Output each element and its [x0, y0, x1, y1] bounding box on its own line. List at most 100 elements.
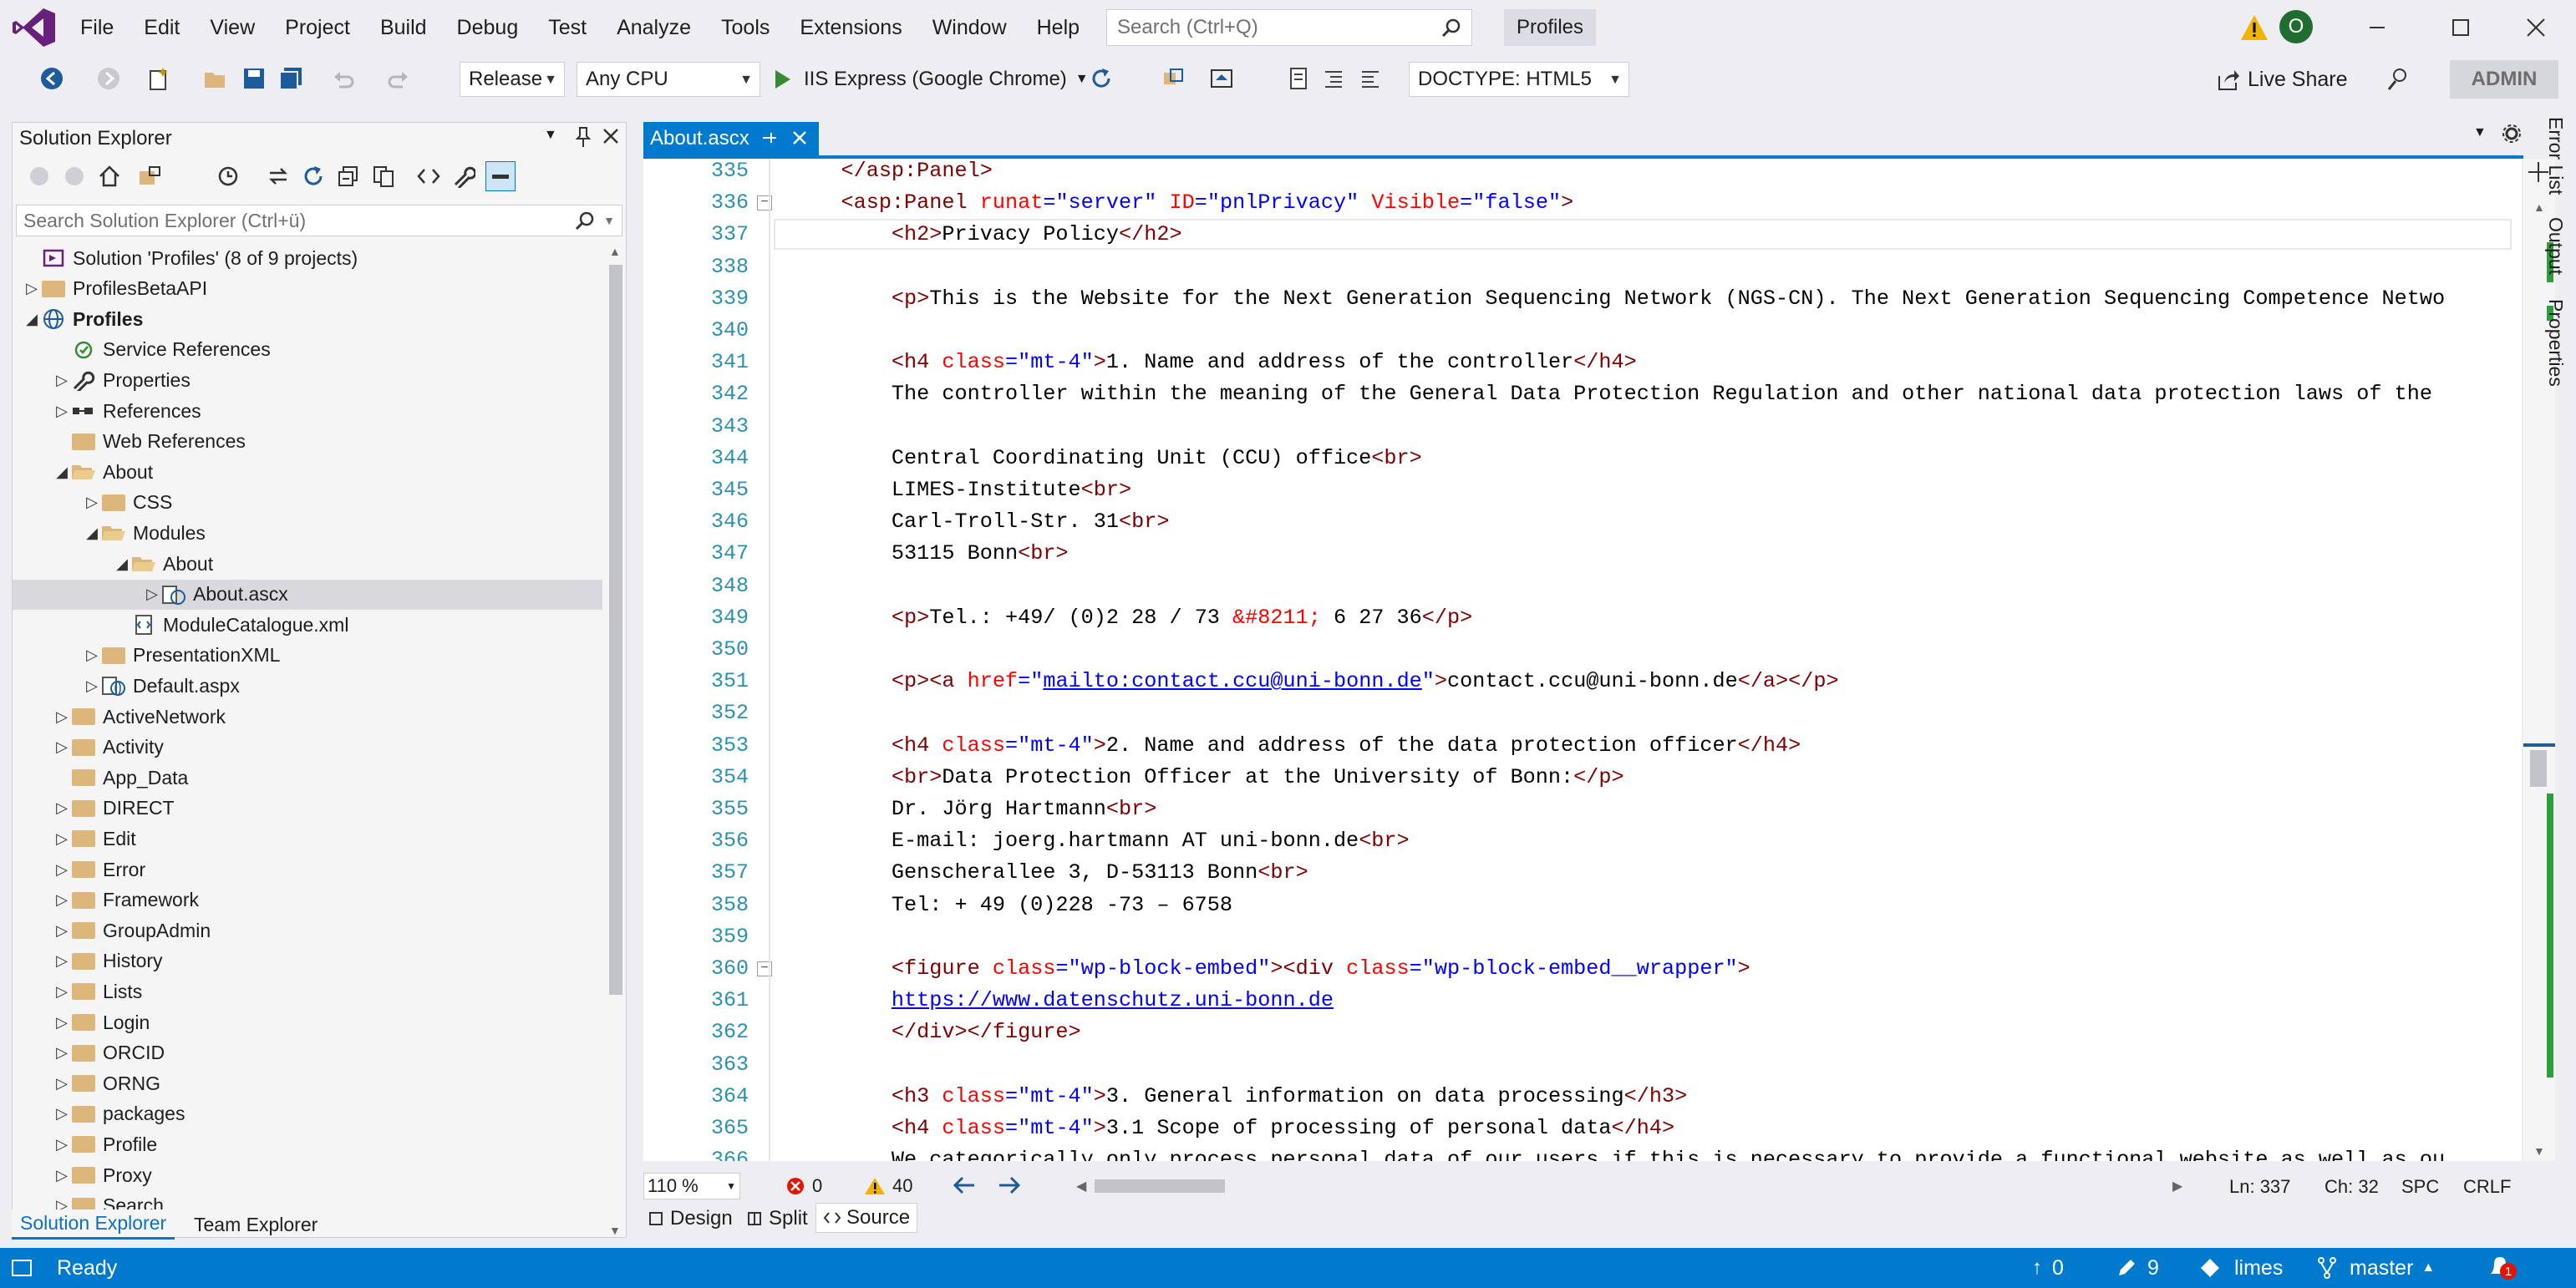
tree-item[interactable]: ▷ Lists: [13, 976, 602, 1007]
close-window-button[interactable]: [2498, 0, 2573, 55]
tree-item[interactable]: ◢ Modules: [13, 518, 602, 548]
menu-help[interactable]: Help: [1022, 0, 1095, 55]
tree-item[interactable]: Service References: [13, 335, 602, 365]
document-outline-icon[interactable]: [1283, 63, 1313, 94]
tree-item[interactable]: ▷ Profile: [13, 1129, 602, 1159]
menu-extensions[interactable]: Extensions: [785, 0, 917, 55]
search-options-chevron-icon[interactable]: ▼: [603, 214, 615, 227]
tree-item[interactable]: ▷ ActiveNetwork: [13, 702, 602, 732]
code-line[interactable]: We categorically only process personal d…: [790, 1144, 2445, 1161]
start-debugging-button[interactable]: IIS Express (Google Chrome) ▼: [772, 62, 1089, 97]
tree-item[interactable]: ▷ References: [13, 396, 602, 426]
redo-icon[interactable]: [384, 63, 414, 94]
code-line[interactable]: Tel: + 49 (0)228 -73 – 6758: [790, 890, 1232, 920]
expand-arrow-icon[interactable]: ▷: [53, 794, 71, 824]
tree-item[interactable]: ▷ packages: [13, 1099, 602, 1129]
save-icon[interactable]: [239, 63, 269, 94]
sync-with-document-icon[interactable]: [263, 161, 293, 191]
tree-item[interactable]: ▷ DIRECT: [13, 794, 602, 824]
scroll-down-icon[interactable]: ▼: [2533, 1144, 2545, 1158]
forward-icon[interactable]: [59, 161, 89, 191]
notifications[interactable]: 1: [2487, 1248, 2517, 1288]
tab-source[interactable]: Source: [815, 1203, 918, 1233]
save-all-icon[interactable]: [276, 63, 306, 94]
settings-gear-icon[interactable]: [2502, 124, 2522, 144]
tree-item[interactable]: ▷ Framework: [13, 885, 602, 915]
expand-arrow-icon[interactable]: ▷: [53, 885, 71, 915]
solution-explorer-search-input[interactable]: Search Solution Explorer (Ctrl+ü) ▼: [16, 205, 622, 236]
live-share-button[interactable]: Live Share: [2216, 62, 2348, 97]
notification-warning-icon[interactable]: [2239, 13, 2269, 42]
tree-item[interactable]: Solution 'Profiles' (8 of 9 projects): [13, 245, 602, 273]
expand-arrow-icon[interactable]: ▷: [53, 1160, 71, 1190]
browser-link-icon[interactable]: [1158, 63, 1188, 94]
code-line[interactable]: <figure class="wp-block-embed"><div clas…: [790, 953, 1750, 984]
navigate-back-icon[interactable]: [37, 63, 67, 94]
tab-split[interactable]: Split: [747, 1204, 808, 1233]
code-line[interactable]: https://www.datenschutz.uni-bonn.de: [790, 985, 1334, 1016]
expand-arrow-icon[interactable]: ▷: [53, 1129, 71, 1159]
preview-selected-items-icon[interactable]: [485, 161, 516, 191]
collapse-arrow-icon[interactable]: ◢: [23, 304, 41, 334]
tab-list-dropdown-icon[interactable]: ▼: [2473, 125, 2487, 140]
tree-item[interactable]: ▷ ProfilesBetaAPI: [13, 274, 602, 304]
properties-wrench-icon[interactable]: [449, 161, 479, 191]
open-file-icon[interactable]: [201, 63, 231, 94]
close-panel-icon[interactable]: [602, 128, 619, 145]
tree-item[interactable]: ▷ PresentationXML: [13, 641, 602, 671]
collapse-all-icon[interactable]: [333, 161, 363, 191]
tab-solution-explorer[interactable]: Solution Explorer: [12, 1209, 175, 1240]
tree-item[interactable]: ▷ History: [13, 946, 602, 976]
tree-item[interactable]: ▷ GroupAdmin: [13, 915, 602, 946]
tree-item[interactable]: ▷ Login: [13, 1007, 602, 1037]
expand-arrow-icon[interactable]: ▷: [53, 824, 71, 854]
code-line[interactable]: Central Coordinating Unit (CCU) office<b…: [790, 443, 1422, 474]
tab-output[interactable]: Output: [2533, 217, 2567, 275]
pin-tab-icon[interactable]: [760, 129, 777, 147]
tree-item[interactable]: ▷ Edit: [13, 824, 602, 854]
tab-design[interactable]: Design: [648, 1204, 733, 1233]
menu-file[interactable]: File: [65, 0, 129, 55]
repository-selector[interactable]: limes: [2199, 1248, 2283, 1288]
menu-analyze[interactable]: Analyze: [602, 0, 706, 55]
tree-item[interactable]: ▷ Activity: [13, 733, 602, 763]
view-in-browser-icon[interactable]: [1207, 63, 1237, 94]
pin-icon[interactable]: [574, 126, 592, 148]
code-line[interactable]: </asp:Panel>: [790, 159, 992, 186]
maximize-button[interactable]: [2423, 0, 2498, 55]
refresh-browser-icon[interactable]: [1086, 63, 1116, 94]
whitespace-mode[interactable]: SPC: [2401, 1176, 2439, 1198]
tree-item[interactable]: ▷ ORCID: [13, 1038, 602, 1068]
new-project-icon[interactable]: [144, 63, 174, 94]
collapse-arrow-icon[interactable]: ◢: [83, 518, 101, 548]
document-tab[interactable]: About.ascx: [643, 122, 819, 155]
cursor-line[interactable]: Ln: 337: [2229, 1176, 2290, 1198]
editor-horizontal-scrollbar[interactable]: [1095, 1179, 2390, 1193]
minimize-button[interactable]: [2340, 0, 2415, 55]
feedback-icon[interactable]: [2383, 63, 2413, 94]
warning-count[interactable]: 40: [864, 1173, 912, 1199]
previous-issue-icon[interactable]: [953, 1174, 976, 1196]
expand-arrow-icon[interactable]: ▷: [83, 488, 101, 518]
collapse-arrow-icon[interactable]: ◢: [113, 549, 131, 579]
quick-search-input[interactable]: Search (Ctrl+Q): [1106, 9, 1472, 46]
platform-dropdown[interactable]: Any CPU ▼: [577, 62, 760, 97]
editor-scroll-thumb[interactable]: [2530, 750, 2547, 787]
expand-arrow-icon[interactable]: ▷: [53, 915, 71, 946]
code-line[interactable]: Carl-Troll-Str. 31<br>: [790, 506, 1170, 537]
code-line[interactable]: LIMES-Institute<br>: [790, 474, 1131, 505]
configuration-dropdown[interactable]: Release ▼: [460, 62, 565, 97]
view-code-icon[interactable]: [414, 161, 444, 191]
tree-item[interactable]: ◢ About: [13, 549, 602, 579]
unpushed-commits[interactable]: ↑ 0: [2032, 1248, 2064, 1288]
code-line[interactable]: <br>Data Protection Officer at the Unive…: [790, 762, 1624, 793]
code-line[interactable]: <h4 class="mt-4">2. Name and address of …: [790, 730, 1801, 761]
cursor-column[interactable]: Ch: 32: [2324, 1176, 2379, 1198]
panel-menu-icon[interactable]: ▼: [544, 128, 557, 143]
tree-item[interactable]: ▷ CSS: [13, 488, 602, 518]
code-line[interactable]: <asp:Panel runat="server" ID="pnlPrivacy…: [790, 187, 1573, 218]
expand-arrow-icon[interactable]: ▷: [53, 1099, 71, 1129]
tab-team-explorer[interactable]: Team Explorer: [185, 1209, 326, 1240]
switch-views-icon[interactable]: [135, 161, 165, 191]
code-line[interactable]: </div></figure>: [790, 1017, 1081, 1047]
